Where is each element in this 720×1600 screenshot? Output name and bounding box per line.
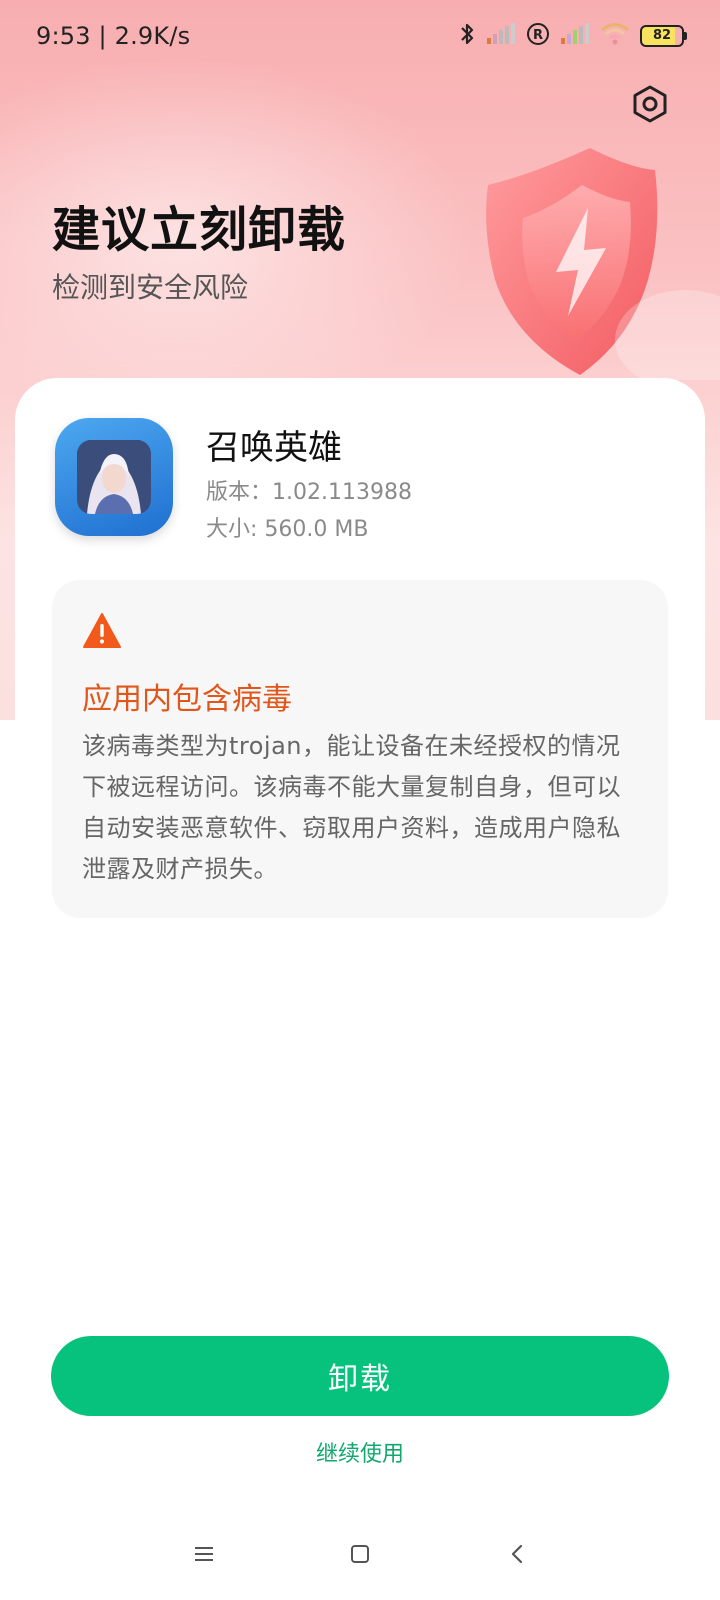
bluetooth-icon — [458, 21, 476, 51]
signal-icon — [560, 23, 590, 49]
status-icons: R 82 — [458, 21, 687, 51]
uninstall-button[interactable]: 卸载 — [51, 1336, 669, 1416]
settings-icon — [630, 84, 670, 128]
status-time: 9:53 | 2.9K/s — [36, 22, 191, 50]
status-bar: 9:53 | 2.9K/s R 82 — [0, 0, 720, 72]
warning-triangle-icon — [82, 612, 122, 650]
navigation-bar — [0, 1520, 720, 1590]
back-button[interactable] — [498, 1536, 538, 1576]
continue-using-link[interactable]: 继续使用 — [0, 1436, 720, 1468]
shield-illustration — [470, 140, 720, 390]
warning-description: 该病毒类型为trojan，能让设备在未经授权的情况下被远程访问。该病毒不能大量复… — [82, 732, 621, 883]
roaming-icon: R — [526, 22, 550, 50]
app-name: 召唤英雄 — [206, 428, 342, 468]
wifi-icon — [600, 22, 630, 50]
menu-icon — [193, 1544, 215, 1568]
page-title: 建议立刻卸载 — [52, 202, 347, 258]
menu-button[interactable] — [184, 1536, 224, 1576]
app-version: 版本：1.02.113988 — [206, 480, 412, 505]
signal-icon — [486, 23, 516, 49]
settings-button[interactable] — [628, 84, 672, 128]
page-subtitle: 检测到安全风险 — [52, 271, 249, 304]
app-size: 大小: 560.0 MB — [206, 517, 369, 542]
back-icon — [507, 1543, 529, 1569]
warning-title: 应用内包含病毒 — [82, 682, 292, 717]
main-card — [15, 378, 705, 1600]
home-button[interactable] — [340, 1536, 380, 1576]
home-icon — [349, 1543, 371, 1569]
app-icon — [55, 418, 173, 536]
app-icon-artwork — [77, 440, 151, 514]
battery-indicator: 82 — [640, 25, 687, 47]
svg-text:R: R — [533, 28, 543, 43]
